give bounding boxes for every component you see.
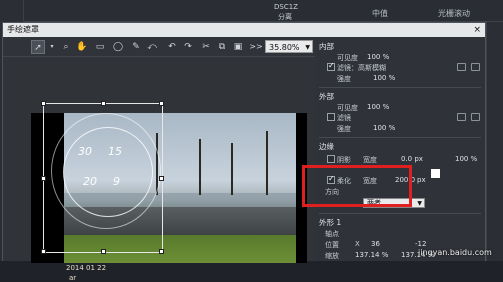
annotation-highlight-box: [302, 165, 412, 207]
close-icon[interactable]: ×: [473, 23, 481, 37]
image-icon[interactable]: [457, 113, 466, 121]
inner-section-title: 内部: [319, 42, 334, 51]
scale-x-value[interactable]: 137.14 %: [355, 251, 388, 259]
outer-section-title: 外部: [319, 92, 334, 101]
paste-icon[interactable]: ▣: [231, 40, 245, 54]
shadow-checkbox[interactable]: [327, 155, 335, 163]
inner-opacity-value[interactable]: 100 %: [367, 53, 389, 61]
freehand-mask-dialog: 手绘遮罩 × ➚ ▾ ⌕ ✋ ▭ ◯ ✎ ⤺ ↶ ↷ ✂ ⧉ ▣ >> 35.8…: [2, 22, 486, 282]
dialog-title-bar[interactable]: 手绘遮罩 ×: [3, 23, 485, 37]
shape-section-title: 外形 1: [319, 218, 342, 227]
hand-icon[interactable]: ✋: [75, 40, 89, 54]
background-node-sublabel: 分离: [278, 13, 292, 21]
more-tools-icon[interactable]: >>: [249, 40, 263, 54]
inner-filter-label: 滤镜：高斯模糊: [337, 64, 386, 72]
resize-handle[interactable]: [159, 101, 164, 106]
inner-opacity-label: 可见度: [337, 54, 358, 62]
chevron-down-icon: ▼: [305, 44, 310, 51]
background-tab-raster[interactable]: 光栅滚动: [438, 8, 470, 19]
photo-tree: [266, 131, 268, 195]
undo-icon[interactable]: ↶: [165, 40, 179, 54]
soften-width-unit: px: [417, 176, 426, 184]
settings-icon[interactable]: [471, 113, 480, 121]
outer-strength-value[interactable]: 100 %: [373, 124, 395, 132]
chevron-down-icon: ▼: [417, 200, 422, 207]
resize-handle[interactable]: [159, 176, 164, 181]
ellipse-tool-icon[interactable]: ◯: [111, 40, 125, 54]
bezier-tool-icon[interactable]: ⤺: [145, 40, 159, 54]
zoom-select[interactable]: 35.80% ▼: [265, 40, 313, 53]
cut-icon[interactable]: ✂: [199, 40, 213, 54]
pointer-icon[interactable]: ➚: [31, 40, 45, 54]
image-icon[interactable]: [457, 63, 466, 71]
photo-date-stamp-sub: ar: [69, 274, 77, 282]
edge-section-title: 边缘: [319, 142, 334, 151]
inner-filter-checkbox[interactable]: [327, 61, 335, 71]
resize-handle[interactable]: [101, 101, 106, 106]
resize-handle[interactable]: [41, 101, 46, 106]
resize-handle[interactable]: [41, 249, 46, 254]
photo-tree: [199, 139, 201, 195]
outer-opacity-label: 可见度: [337, 104, 358, 112]
mask-toolbar: ➚ ▾ ⌕ ✋ ▭ ◯ ✎ ⤺ ↶ ↷ ✂ ⧉ ▣ >> 35.80% ▼: [3, 37, 315, 57]
rectangle-tool-icon[interactable]: ▭: [93, 40, 107, 54]
position-x-label: X: [355, 240, 360, 248]
divider: [319, 137, 481, 138]
background-top-panel: DSC1Z 分离 中值 光栅滚动: [24, 0, 503, 22]
inner-strength-value[interactable]: 100 %: [373, 74, 395, 82]
dropdown-arrow-icon[interactable]: ▾: [45, 40, 59, 54]
background-tab-median[interactable]: 中值: [372, 8, 388, 19]
outer-filter-label: 滤镜: [337, 114, 351, 122]
watermark-text: jingyan.baidu.com: [418, 248, 492, 257]
background-right-panel: [486, 22, 503, 261]
zoom-value: 35.80%: [269, 43, 300, 52]
edge-percent-value[interactable]: 100 %: [455, 155, 477, 163]
edge-color-swatch[interactable]: [431, 169, 440, 178]
divider: [319, 213, 481, 214]
outer-strength-label: 强度: [337, 125, 351, 133]
scale-label: 缩放: [325, 252, 339, 260]
redo-icon[interactable]: ↷: [181, 40, 195, 54]
dialog-title: 手绘遮罩: [7, 25, 39, 34]
photo-tree: [231, 143, 233, 195]
position-y-value[interactable]: -12: [415, 240, 426, 248]
outer-filter-checkbox[interactable]: [327, 113, 335, 121]
inner-strength-label: 强度: [337, 75, 351, 83]
photo-date-stamp: 2014 01 22: [66, 264, 107, 272]
shadow-label: 阴影: [337, 156, 351, 164]
outer-opacity-value[interactable]: 100 %: [367, 103, 389, 111]
copy-icon[interactable]: ⧉: [215, 40, 229, 54]
resize-handle[interactable]: [41, 176, 46, 181]
position-label: 位置: [325, 241, 339, 249]
settings-icon[interactable]: [471, 63, 480, 71]
resize-handle[interactable]: [101, 249, 106, 254]
resize-handle[interactable]: [159, 249, 164, 254]
zoom-icon[interactable]: ⌕: [59, 40, 73, 54]
position-x-value[interactable]: 36: [371, 240, 380, 248]
properties-panel: 内部 可见度 100 % 滤镜：高斯模糊 强度 100 % 外部 可见度 100…: [315, 37, 485, 261]
background-node-label: DSC1Z: [274, 3, 298, 11]
canvas-area[interactable]: 30 15 20 9 2014 01 22 ar: [3, 57, 315, 282]
divider: [319, 87, 481, 88]
shadow-width-value[interactable]: 0.0 px: [401, 155, 423, 163]
shadow-width-label: 宽度: [363, 156, 377, 164]
pivot-label: 轴点: [325, 230, 339, 238]
pen-tool-icon[interactable]: ✎: [129, 40, 143, 54]
mask-shape-bounding-box[interactable]: [41, 101, 164, 254]
